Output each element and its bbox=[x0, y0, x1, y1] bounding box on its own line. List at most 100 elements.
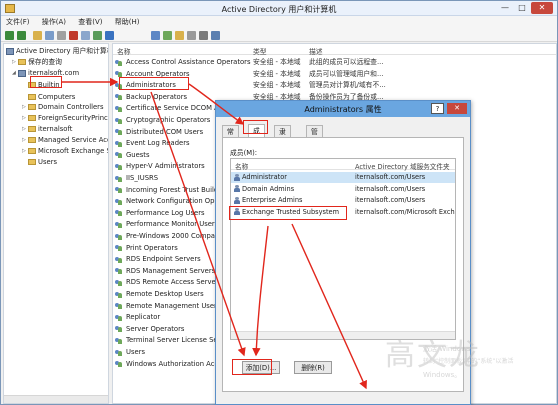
tree-item-builtin[interactable]: Builtin bbox=[22, 80, 60, 90]
member-row[interactable]: Exchange Trusted Subsystem iternalsoft.co… bbox=[231, 207, 455, 218]
group-icon bbox=[115, 267, 123, 275]
up-folder-icon[interactable] bbox=[33, 31, 42, 40]
group-icon bbox=[115, 117, 123, 124]
list-item-name: Users bbox=[126, 348, 146, 356]
group-icon bbox=[115, 233, 123, 240]
user-icon bbox=[234, 173, 240, 181]
list-item-name: Cryptographic Operators bbox=[126, 116, 211, 124]
maximize-icon[interactable]: □ bbox=[514, 2, 530, 14]
help-icon[interactable]: ? bbox=[431, 103, 444, 114]
column-desc[interactable]: 描述 bbox=[309, 46, 323, 56]
menu-view[interactable]: 查看(V) bbox=[73, 16, 107, 29]
group-icon bbox=[115, 105, 123, 112]
copy-icon[interactable] bbox=[57, 31, 66, 40]
tree-item-domain-controllers[interactable]: ▷ Domain Controllers bbox=[22, 102, 104, 112]
column-name[interactable]: 名称 bbox=[117, 46, 131, 56]
remove-button[interactable]: 删除(R) bbox=[294, 361, 332, 374]
user-icon bbox=[234, 196, 240, 204]
tree-root[interactable]: Active Directory 用户和计算机 bbox=[6, 46, 108, 56]
add-button[interactable]: 添加(D)... bbox=[242, 361, 280, 374]
members-list[interactable]: 名称 Active Directory 域服务文件夹 Administrator… bbox=[230, 158, 456, 340]
help-icon[interactable] bbox=[105, 31, 114, 40]
tree-item-exchange-security-groups[interactable]: ▷Microsoft Exchange Security Groups bbox=[22, 146, 108, 156]
menu-bar: 文件(F) 操作(A) 查看(V) 帮助(H) bbox=[1, 16, 557, 29]
tree-item-iternalsoft[interactable]: ▷ iternalsoft bbox=[22, 124, 72, 134]
tree-saved-queries[interactable]: ▷ 保存的查询 bbox=[12, 57, 62, 67]
tab-members[interactable]: 成员 bbox=[248, 124, 265, 147]
list-item[interactable]: Access Control Assistance Operators 安全组 -… bbox=[113, 57, 556, 68]
members-horizontal-scrollbar[interactable] bbox=[231, 331, 455, 339]
dialog-title-bar: Administrators 属性 ? ✕ bbox=[216, 101, 470, 117]
group-icon bbox=[115, 128, 123, 136]
tree-item-foreign-security-principals[interactable]: ▷ForeignSecurityPrincipals bbox=[22, 113, 108, 123]
group-icon bbox=[115, 93, 123, 101]
group-icon bbox=[115, 70, 123, 78]
group-icon bbox=[115, 291, 123, 298]
members-label: 成员(M): bbox=[230, 149, 258, 157]
list-item-desc: 成员可以管理域用户和... bbox=[309, 69, 384, 78]
filter-icon[interactable] bbox=[187, 31, 196, 40]
group-icon bbox=[115, 221, 123, 228]
list-item-name: RDS Remote Access Servers bbox=[126, 278, 223, 287]
folder-icon bbox=[28, 104, 36, 110]
tree-horizontal-scrollbar[interactable] bbox=[4, 395, 108, 403]
list-item-desc: 管理员对计算机/域有不... bbox=[309, 81, 386, 90]
tree-domain[interactable]: ◢ iternalsoft.com bbox=[12, 68, 79, 78]
column-member-name[interactable]: 名称 bbox=[235, 161, 248, 171]
member-name: Administrator bbox=[242, 173, 287, 181]
dialog-close-icon[interactable]: ✕ bbox=[447, 103, 467, 114]
group-icon bbox=[115, 209, 123, 217]
list-item-name: Remote Management Users bbox=[126, 301, 221, 310]
menu-action[interactable]: 操作(A) bbox=[37, 16, 71, 29]
console-tree: Active Directory 用户和计算机 ▷ 保存的查询 ◢ iternals… bbox=[3, 43, 109, 404]
group-icon bbox=[115, 349, 123, 356]
tab-member-of[interactable]: 隶属于 bbox=[274, 125, 291, 160]
list-item-name: Event Log Readers bbox=[126, 139, 190, 148]
forward-icon[interactable] bbox=[17, 31, 26, 40]
add-to-group-icon[interactable] bbox=[211, 31, 220, 40]
show-tree-icon[interactable] bbox=[45, 31, 54, 40]
list-item-type: 安全组 - 本地域 bbox=[253, 81, 301, 90]
folder-icon bbox=[18, 59, 26, 65]
user-icon bbox=[234, 208, 240, 215]
list-item-name: RDS Management Servers bbox=[126, 266, 216, 275]
find-icon[interactable] bbox=[199, 31, 208, 40]
tab-managed-by[interactable]: 管理者 bbox=[306, 125, 323, 160]
new-group-icon[interactable] bbox=[163, 31, 172, 40]
group-icon bbox=[115, 59, 123, 66]
close-icon[interactable]: ✕ bbox=[531, 2, 553, 14]
refresh-icon[interactable] bbox=[93, 31, 102, 40]
column-member-folder[interactable]: Active Directory 域服务文件夹 bbox=[355, 161, 450, 171]
delete-icon[interactable] bbox=[69, 31, 78, 40]
member-name: Exchange Trusted Subsystem bbox=[242, 207, 340, 216]
column-type[interactable]: 类型 bbox=[253, 46, 267, 56]
tree-item-users[interactable]: Users bbox=[22, 157, 57, 167]
list-item-type: 安全组 - 本地域 bbox=[253, 69, 301, 78]
group-icon bbox=[115, 279, 123, 286]
tree-item-managed-service-accounts[interactable]: ▷Managed Service Accounts bbox=[22, 135, 108, 145]
member-folder: iternalsoft.com/Users bbox=[355, 196, 426, 204]
list-item-name: Backup Operators bbox=[126, 92, 188, 101]
group-icon bbox=[115, 256, 123, 263]
member-row[interactable]: Administrator iternalsoft.com/Users bbox=[231, 172, 455, 183]
list-item[interactable]: Account Operators 安全组 - 本地域 成员可以管理域用户和... bbox=[113, 69, 556, 80]
minimize-icon[interactable]: — bbox=[497, 2, 513, 14]
member-name: Enterprise Admins bbox=[242, 196, 303, 204]
member-row[interactable]: Enterprise Admins iternalsoft.com/Users bbox=[231, 195, 455, 206]
list-item-name: Administrators bbox=[126, 81, 176, 90]
back-icon[interactable] bbox=[5, 31, 14, 40]
new-user-icon[interactable] bbox=[151, 31, 160, 40]
member-row[interactable]: Domain Admins iternalsoft.com/Users bbox=[231, 184, 455, 195]
group-icon bbox=[115, 140, 123, 147]
menu-help[interactable]: 帮助(H) bbox=[110, 16, 145, 29]
group-icon bbox=[115, 302, 123, 310]
tab-general[interactable]: 常规 bbox=[222, 125, 239, 148]
window-title: Active Directory 用户和计算机 bbox=[221, 5, 337, 14]
new-ou-icon[interactable] bbox=[175, 31, 184, 40]
list-item[interactable]: Administrators 安全组 - 本地域 管理员对计算机/域有不... bbox=[113, 80, 556, 91]
folder-icon bbox=[28, 115, 36, 121]
properties-icon[interactable] bbox=[81, 31, 90, 40]
menu-file[interactable]: 文件(F) bbox=[1, 16, 35, 29]
folder-icon bbox=[28, 148, 36, 154]
tree-item-computers[interactable]: Computers bbox=[22, 92, 75, 102]
